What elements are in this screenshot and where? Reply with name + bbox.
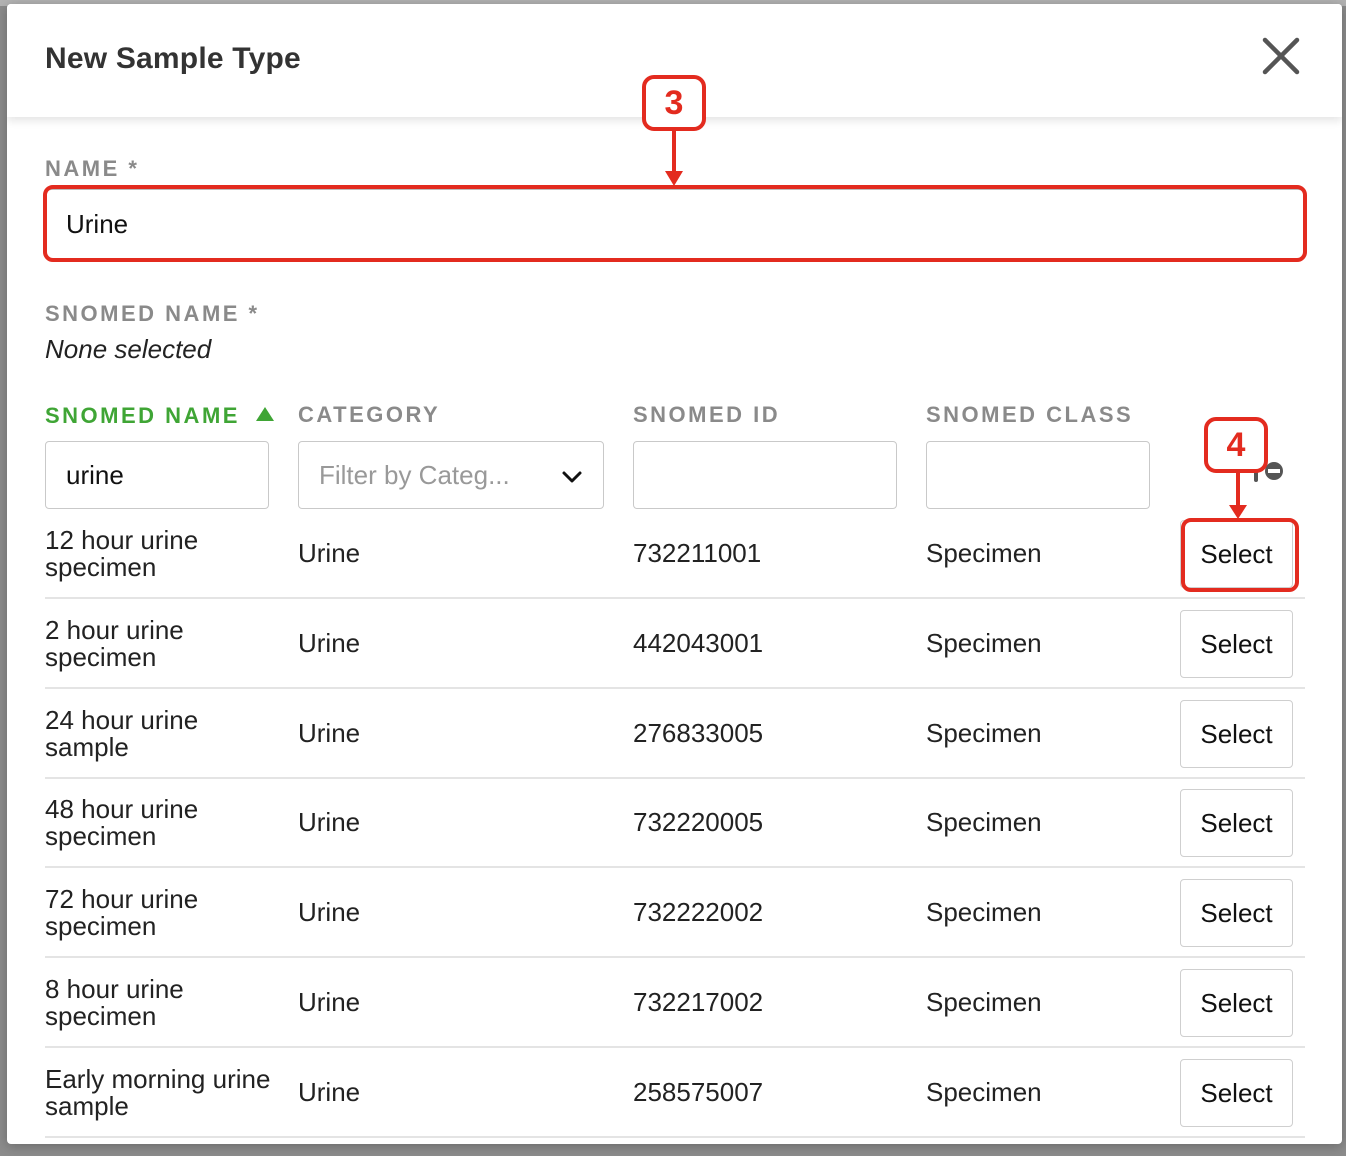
table-row: 48 hour urine specimen Urine 732220005 S…	[45, 778, 1305, 868]
row-snomed-name: 8 hour urine specimen	[45, 974, 184, 1031]
modal-title: New Sample Type	[45, 42, 301, 75]
row-category: Urine	[298, 807, 361, 837]
row-snomed-name: 12 hour urine specimen	[45, 525, 199, 582]
row-snomed-class: Specimen	[926, 628, 1042, 658]
filter-category-select[interactable]: Filter by Categ...	[298, 441, 604, 509]
column-header-category[interactable]: CATEGORY	[298, 402, 440, 428]
filter-category-placeholder: Filter by Categ...	[319, 460, 510, 490]
snomed-selected-value: None selected	[45, 334, 212, 364]
annotation-arrow-down-icon	[1229, 473, 1247, 519]
row-snomed-class: Specimen	[926, 1077, 1042, 1107]
row-snomed-id: 442043001	[633, 628, 764, 658]
row-snomed-name: Early morning urine sample	[45, 1064, 271, 1121]
column-header-snomed-id[interactable]: SNOMED ID	[633, 402, 780, 428]
table-row: 8 hour urine specimen Urine 732217002 Sp…	[45, 958, 1305, 1048]
row-snomed-name: 24 hour urine sample	[45, 705, 199, 762]
row-snomed-name: 2 hour urine specimen	[45, 615, 184, 672]
sort-ascending-icon	[255, 402, 275, 428]
row-snomed-id: 732211001	[633, 538, 762, 568]
row-snomed-name: 72 hour urine specimen	[45, 884, 199, 941]
column-header-snomed-class[interactable]: SNOMED CLASS	[926, 402, 1133, 428]
row-snomed-id: 258575007	[633, 1077, 764, 1107]
annotation-arrow-down-icon	[665, 131, 683, 186]
row-category: Urine	[298, 628, 361, 658]
table-row: 24 hour urine sample Urine 276833005 Spe…	[45, 689, 1305, 779]
annotation-step-3-badge: 3	[642, 75, 706, 131]
column-header-snomed-name-label: SNOMED NAME	[45, 403, 240, 428]
row-snomed-id: 276833005	[633, 718, 764, 748]
table-row: 2 hour urine specimen Urine 442043001 Sp…	[45, 599, 1305, 689]
table-row: 72 hour urine specimen Urine 732222002 S…	[45, 868, 1305, 958]
name-input[interactable]	[45, 189, 1305, 259]
row-snomed-id: 732222002	[633, 897, 764, 927]
row-snomed-id: 732220005	[633, 807, 764, 837]
row-snomed-class: Specimen	[926, 987, 1042, 1017]
select-button[interactable]: Select	[1180, 700, 1293, 768]
filter-snomed-class-input[interactable]	[926, 441, 1150, 509]
chevron-down-icon	[561, 466, 583, 488]
column-header-snomed-name[interactable]: SNOMED NAME	[45, 402, 275, 429]
table-row: 12 hour urine specimen Urine 732211001 S…	[45, 509, 1305, 599]
row-snomed-class: Specimen	[926, 718, 1042, 748]
select-button[interactable]: Select	[1180, 789, 1293, 857]
annotation-step-4-badge: 4	[1204, 417, 1268, 473]
row-category: Urine	[298, 718, 361, 748]
filter-snomed-name-input[interactable]	[45, 441, 269, 509]
row-snomed-class: Specimen	[926, 538, 1042, 568]
row-snomed-id: 732217002	[633, 987, 764, 1017]
select-button[interactable]: Select	[1180, 520, 1293, 588]
row-snomed-class: Specimen	[926, 897, 1042, 927]
table-row: Early morning urine sample Urine 2585750…	[45, 1048, 1305, 1138]
snomed-name-label: SNOMED NAME *	[45, 301, 260, 326]
select-button[interactable]: Select	[1180, 969, 1293, 1037]
select-button[interactable]: Select	[1180, 879, 1293, 947]
row-category: Urine	[298, 987, 361, 1017]
filter-snomed-id-input[interactable]	[633, 441, 897, 509]
select-button[interactable]: Select	[1180, 1059, 1293, 1127]
row-category: Urine	[298, 538, 361, 568]
row-snomed-name: 48 hour urine specimen	[45, 794, 199, 851]
row-category: Urine	[298, 1077, 361, 1107]
name-label: NAME *	[45, 156, 140, 181]
select-button[interactable]: Select	[1180, 610, 1293, 678]
new-sample-type-modal: New Sample Type NAME * SNOMED NAME * Non…	[7, 4, 1342, 1144]
row-snomed-class: Specimen	[926, 807, 1042, 837]
row-category: Urine	[298, 897, 361, 927]
close-icon[interactable]	[1259, 34, 1303, 78]
